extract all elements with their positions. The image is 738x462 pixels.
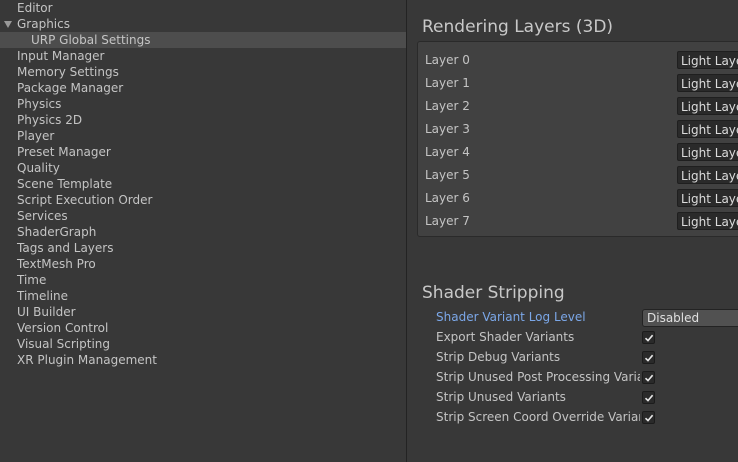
layer-label: Layer 5 xyxy=(425,168,470,182)
layer-name-input[interactable]: Light Layer xyxy=(677,212,738,230)
layer-label: Layer 4 xyxy=(425,145,470,159)
sidebar-item-graphics[interactable]: Graphics xyxy=(0,16,406,32)
sidebar-item-label: UI Builder xyxy=(17,305,76,319)
sidebar-item-label: Player xyxy=(17,129,55,143)
sidebar-item-label: Version Control xyxy=(17,321,109,335)
sidebar-item-xr-plugin-management[interactable]: XR Plugin Management xyxy=(0,352,406,368)
option-label: Strip Unused Post Processing Variants xyxy=(436,370,640,384)
option-checkbox[interactable] xyxy=(642,411,655,424)
settings-sidebar: Editor Graphics URP Global Settings Input M… xyxy=(0,0,407,462)
shader-stripping-title: Shader Stripping xyxy=(422,283,565,303)
sidebar-item-label: Time xyxy=(17,273,47,287)
layer-row: Layer 0 Light Layer xyxy=(418,49,738,72)
layer-row: Layer 2 Light Layer xyxy=(418,95,738,118)
sidebar-item-label: Physics xyxy=(17,97,62,111)
sidebar-item-label: ShaderGraph xyxy=(17,225,97,239)
option-export-shader-variants: Export Shader Variants xyxy=(436,328,738,348)
layer-name-input[interactable]: Light Layer xyxy=(677,166,738,184)
sidebar-item-editor[interactable]: Editor xyxy=(0,0,406,16)
sidebar-item-label: Scene Template xyxy=(17,177,113,191)
sidebar-item-label: Preset Manager xyxy=(17,145,111,159)
rendering-layers-title: Rendering Layers (3D) xyxy=(422,17,614,37)
layer-row: Layer 4 Light Layer xyxy=(418,141,738,164)
option-strip-screen-coord-override-variants: Strip Screen Coord Override Variants xyxy=(436,408,738,428)
sidebar-item-timeline[interactable]: Timeline xyxy=(0,288,406,304)
sidebar-item-services[interactable]: Services xyxy=(0,208,406,224)
sidebar-item-physics-2d[interactable]: Physics 2D xyxy=(0,112,406,128)
option-checkbox[interactable] xyxy=(642,351,655,364)
layer-name-input[interactable]: Light Layer xyxy=(677,51,738,69)
option-label: Strip Unused Variants xyxy=(436,390,566,404)
option-strip-debug-variants: Strip Debug Variants xyxy=(436,348,738,368)
layer-name-input[interactable]: Light Layer xyxy=(677,97,738,115)
sidebar-item-quality[interactable]: Quality xyxy=(0,160,406,176)
shader-variant-log-level-row: Shader Variant Log Level Disabled xyxy=(436,308,738,328)
sidebar-item-label: Physics 2D xyxy=(17,113,83,127)
sidebar-item-urp-global-settings[interactable]: URP Global Settings xyxy=(0,32,406,48)
sidebar-item-label: Tags and Layers xyxy=(17,241,114,255)
checkmark-icon xyxy=(644,394,654,402)
sidebar-item-label: URP Global Settings xyxy=(31,33,151,47)
option-checkbox[interactable] xyxy=(642,371,655,384)
option-label: Strip Debug Variants xyxy=(436,350,561,364)
layer-row: Layer 3 Light Layer xyxy=(418,118,738,141)
sidebar-item-preset-manager[interactable]: Preset Manager xyxy=(0,144,406,160)
option-checkbox[interactable] xyxy=(642,331,655,344)
layer-label: Layer 0 xyxy=(425,53,470,67)
rendering-layers-list: Layer 0Light LayerLayer 1Light LayerLaye… xyxy=(417,41,738,237)
sidebar-item-textmesh-pro[interactable]: TextMesh Pro xyxy=(0,256,406,272)
expand-arrow-icon[interactable] xyxy=(4,21,12,28)
sidebar-item-time[interactable]: Time xyxy=(0,272,406,288)
layer-row: Layer 5 Light Layer xyxy=(418,164,738,187)
layer-label: Layer 3 xyxy=(425,122,470,136)
layer-row: Layer 1 Light Layer xyxy=(418,72,738,95)
sidebar-item-shadergraph[interactable]: ShaderGraph xyxy=(0,224,406,240)
sidebar-item-label: XR Plugin Management xyxy=(17,353,157,367)
sidebar-item-label: Package Manager xyxy=(17,81,124,95)
layer-label: Layer 6 xyxy=(425,191,470,205)
sidebar-item-label: Graphics xyxy=(17,17,70,31)
sidebar-item-label: Quality xyxy=(17,161,60,175)
layer-name-input[interactable]: Light Layer xyxy=(677,143,738,161)
option-label: Strip Screen Coord Override Variants xyxy=(436,410,640,424)
sidebar-item-label: Timeline xyxy=(17,289,69,303)
sidebar-item-label: Script Execution Order xyxy=(17,193,153,207)
layer-name-input[interactable]: Light Layer xyxy=(677,120,738,138)
checkmark-icon xyxy=(644,334,654,342)
layer-label: Layer 1 xyxy=(425,76,470,90)
sidebar-item-package-manager[interactable]: Package Manager xyxy=(0,80,406,96)
layer-row: Layer 7 Light Layer xyxy=(418,210,738,233)
layer-label: Layer 2 xyxy=(425,99,470,113)
sidebar-item-label: TextMesh Pro xyxy=(17,257,96,271)
layer-row: Layer 6 Light Layer xyxy=(418,187,738,210)
option-checkbox[interactable] xyxy=(642,391,655,404)
option-strip-unused-variants: Strip Unused Variants xyxy=(436,388,738,408)
checkmark-icon xyxy=(644,414,654,422)
sidebar-item-label: Memory Settings xyxy=(17,65,119,79)
sidebar-item-scene-template[interactable]: Scene Template xyxy=(0,176,406,192)
sidebar-item-label: Input Manager xyxy=(17,49,105,63)
sidebar-item-player[interactable]: Player xyxy=(0,128,406,144)
layer-name-input[interactable]: Light Layer xyxy=(677,189,738,207)
checkmark-icon xyxy=(644,354,654,362)
sidebar-item-physics[interactable]: Physics xyxy=(0,96,406,112)
shader-variant-log-level-dropdown[interactable]: Disabled xyxy=(642,309,738,327)
main-panel: Rendering Layers (3D) Layer 0 Light Layer… xyxy=(407,0,738,462)
sidebar-item-tags-and-layers[interactable]: Tags and Layers xyxy=(0,240,406,256)
sidebar-item-label: Editor xyxy=(17,1,53,15)
sidebar-item-ui-builder[interactable]: UI Builder xyxy=(0,304,406,320)
shader-variant-log-level-label[interactable]: Shader Variant Log Level xyxy=(436,310,640,324)
sidebar-item-visual-scripting[interactable]: Visual Scripting xyxy=(0,336,406,352)
sidebar-item-input-manager[interactable]: Input Manager xyxy=(0,48,406,64)
layer-label: Layer 7 xyxy=(425,214,470,228)
sidebar-item-script-execution-order[interactable]: Script Execution Order xyxy=(0,192,406,208)
option-strip-unused-post-processing-variants: Strip Unused Post Processing Variants xyxy=(436,368,738,388)
sidebar-item-label: Visual Scripting xyxy=(17,337,110,351)
option-label: Export Shader Variants xyxy=(436,330,575,344)
sidebar-item-version-control[interactable]: Version Control xyxy=(0,320,406,336)
sidebar-item-label: Services xyxy=(17,209,68,223)
layer-name-input[interactable]: Light Layer xyxy=(677,74,738,92)
checkmark-icon xyxy=(644,374,654,382)
sidebar-item-memory-settings[interactable]: Memory Settings xyxy=(0,64,406,80)
